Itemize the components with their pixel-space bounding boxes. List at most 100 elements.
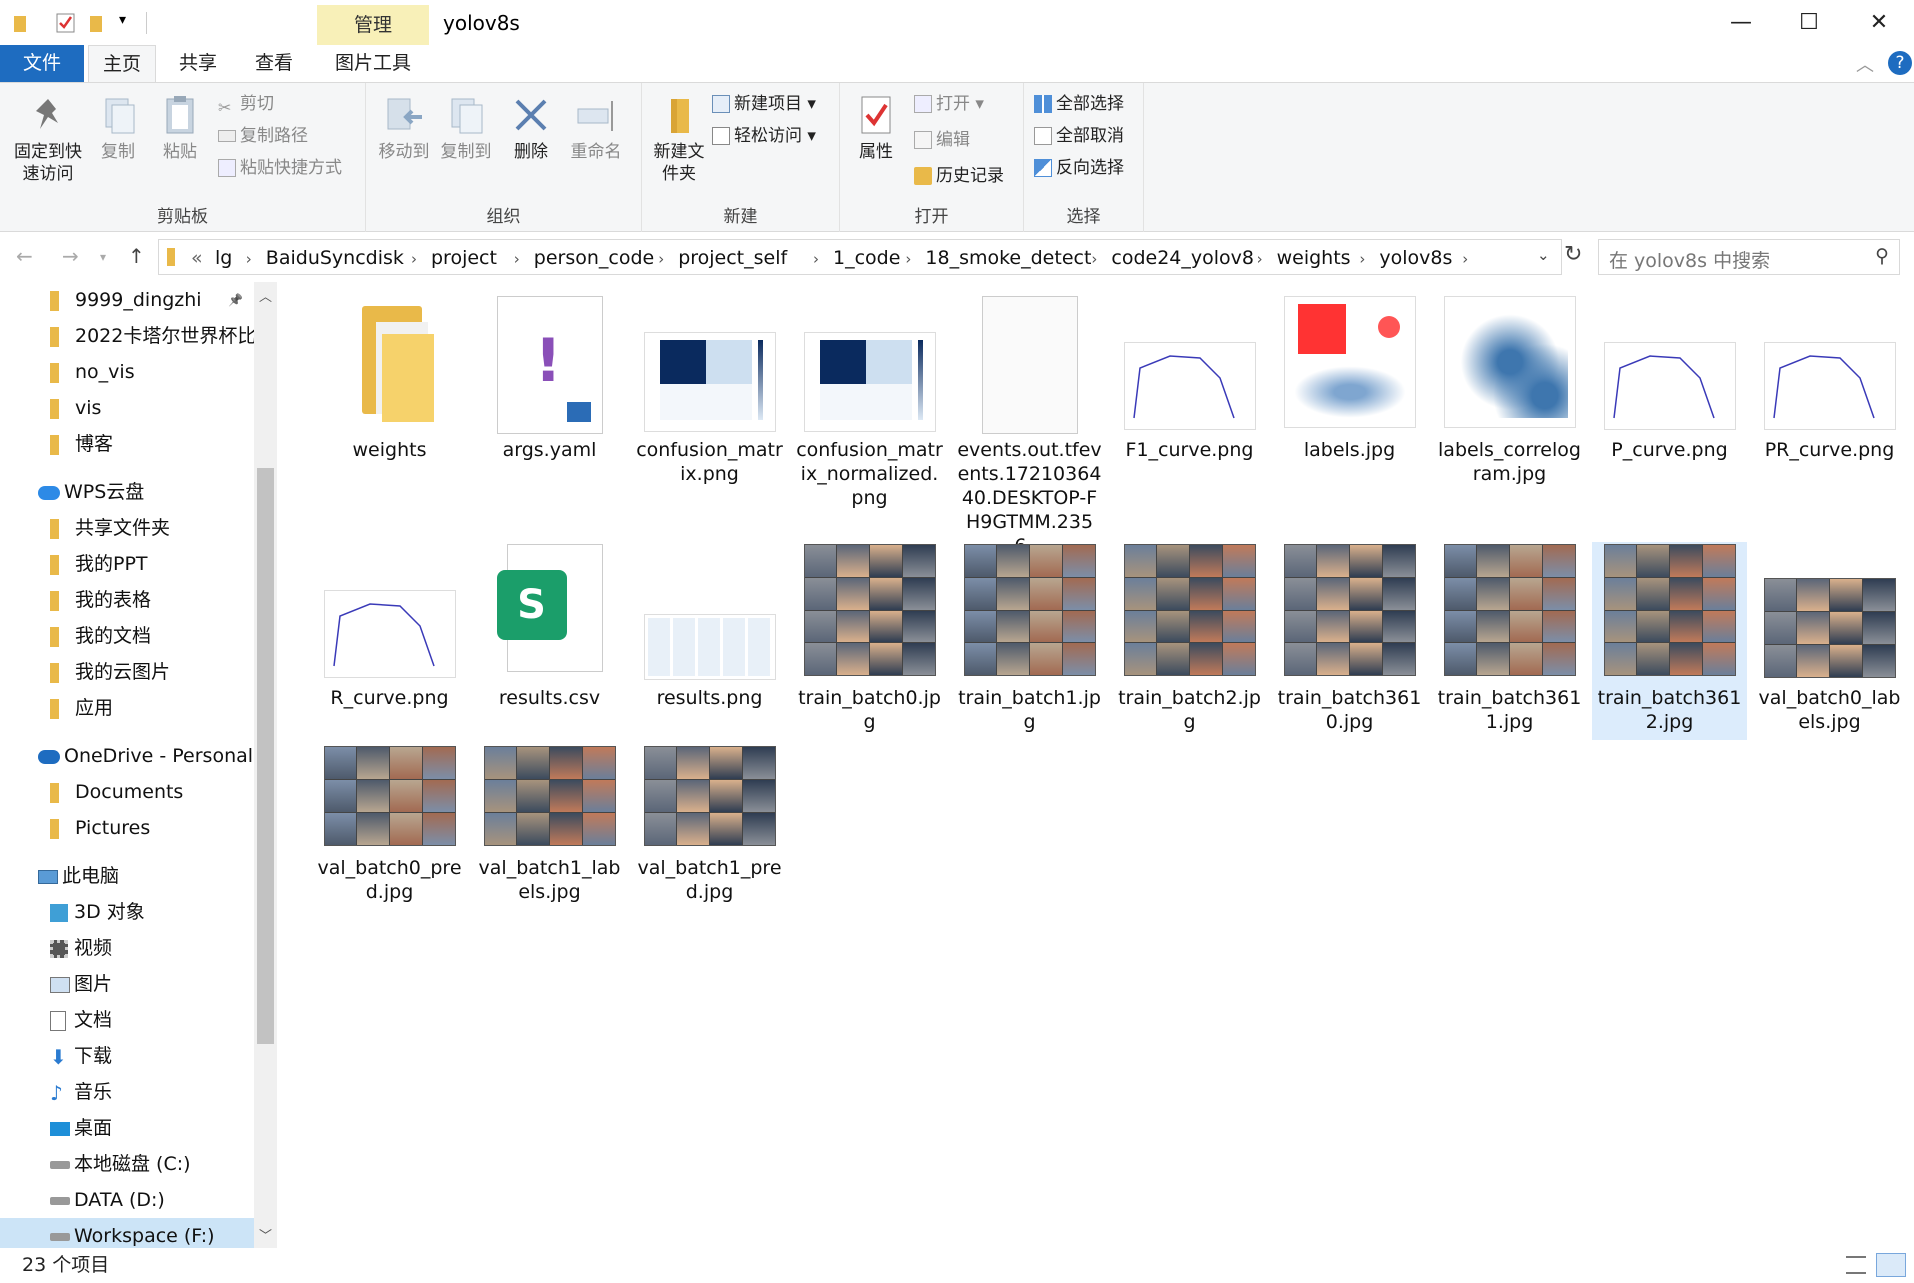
breadcrumb-item[interactable]: code24_yolov8 (1111, 247, 1254, 269)
breadcrumb-chevron-icon[interactable]: › (1257, 250, 1263, 268)
nav-item[interactable]: 博客 (0, 426, 254, 462)
breadcrumb-chevron-icon[interactable]: › (905, 250, 911, 268)
nav-scrollbar-thumb[interactable] (257, 468, 274, 1044)
breadcrumb-chevron-icon[interactable]: › (411, 250, 417, 268)
breadcrumb-chevron-icon[interactable]: › (514, 250, 520, 268)
scroll-up-icon[interactable]: ︿ (259, 286, 272, 305)
history-button[interactable]: 历史记录 (914, 163, 1004, 189)
breadcrumb-chevron-icon[interactable]: › (1091, 250, 1097, 268)
tab-picture-tools[interactable]: 图片工具 (318, 45, 428, 82)
breadcrumb-item[interactable]: BaiduSyncdisk (266, 247, 404, 269)
open-button[interactable]: 打开 ▾ (914, 91, 984, 117)
breadcrumb-overflow[interactable]: « (191, 247, 203, 269)
nav-item[interactable]: WPS云盘 (0, 474, 254, 510)
file-item[interactable]: results.png (632, 542, 787, 740)
back-arrow-icon[interactable]: ← (16, 244, 33, 268)
nav-item[interactable]: 2022卡塔尔世界杯比赛 (0, 318, 275, 354)
breadcrumb-item[interactable]: project (431, 247, 497, 269)
easy-access-button[interactable]: 轻松访问 ▾ (712, 123, 816, 149)
file-item[interactable]: val_batch1_labels.jpg (472, 744, 627, 940)
file-item[interactable]: weights (312, 294, 467, 532)
address-bar[interactable]: « lg › BaiduSyncdisk › project › person_code › p… (158, 239, 1562, 275)
breadcrumb-item[interactable]: 18_smoke_detect (925, 247, 1091, 269)
details-view-icon[interactable] (1846, 1256, 1866, 1274)
file-item[interactable]: train_batch3611.jpg (1432, 542, 1587, 740)
nav-item[interactable]: ♪ 音乐 (0, 1074, 254, 1110)
large-icons-view-icon[interactable] (1876, 1253, 1906, 1277)
close-button[interactable]: ✕ (1844, 0, 1914, 45)
nav-item[interactable]: 共享文件夹 (0, 510, 254, 546)
nav-item[interactable]: 图片 (0, 966, 254, 1002)
cut-button[interactable]: ✂ 剪切 (218, 91, 274, 117)
up-arrow-icon[interactable]: ↑ (128, 244, 145, 268)
rename-button[interactable]: 重命名 (564, 93, 628, 163)
breadcrumb-chevron-icon[interactable]: › (1462, 250, 1468, 268)
move-to-button[interactable]: 移动到 (374, 93, 434, 163)
tab-file[interactable]: 文件 (0, 45, 84, 82)
paste-button[interactable]: 粘贴 (152, 93, 208, 163)
file-item[interactable]: labels.jpg (1272, 294, 1427, 532)
forward-arrow-icon[interactable]: → (62, 244, 79, 268)
file-item[interactable]: confusion_matrix.png (632, 294, 787, 532)
copy-path-button[interactable]: 复制路径 (218, 123, 308, 149)
new-folder-quick-icon[interactable] (88, 12, 108, 34)
new-folder-button[interactable]: 新建文件夹 (646, 93, 712, 185)
nav-item[interactable]: DATA (D:) (0, 1182, 254, 1218)
nav-item[interactable]: vis (0, 390, 254, 426)
file-item[interactable]: P_curve.png (1592, 294, 1747, 532)
file-item[interactable]: train_batch1.jpg (952, 542, 1107, 740)
nav-item[interactable]: 我的文档 (0, 618, 254, 654)
breadcrumb-item[interactable]: project_self (678, 247, 787, 269)
nav-item[interactable]: 我的云图片 (0, 654, 254, 690)
tab-view[interactable]: 查看 (240, 45, 308, 82)
address-dropdown-icon[interactable]: ⌄ (1537, 246, 1550, 264)
nav-item[interactable]: 此电脑 (0, 858, 254, 894)
nav-item[interactable]: 我的PPT (0, 546, 254, 582)
nav-item[interactable]: 桌面 (0, 1110, 254, 1146)
breadcrumb-item[interactable]: person_code (534, 247, 654, 269)
search-input[interactable]: 在 yolov8s 中搜索 ⚲ (1598, 239, 1900, 275)
file-item[interactable]: confusion_matrix_normalized.png (792, 294, 947, 532)
nav-item[interactable]: ⬇ 下载 (0, 1038, 254, 1074)
breadcrumb-chevron-icon[interactable]: › (658, 250, 664, 268)
nav-item[interactable]: 视频 (0, 930, 254, 966)
customize-quick-access-icon[interactable]: ▾ (119, 12, 126, 34)
refresh-icon[interactable]: ↻ (1564, 242, 1582, 267)
minimize-button[interactable]: — (1706, 0, 1776, 45)
nav-item[interactable]: 应用 (0, 690, 254, 726)
manage-tab[interactable]: 管理 (317, 5, 429, 45)
copy-to-button[interactable]: 复制到 (436, 93, 496, 163)
file-item[interactable]: PR_curve.png (1752, 294, 1907, 532)
tab-home[interactable]: 主页 (88, 45, 156, 82)
help-icon[interactable]: ? (1888, 51, 1912, 75)
invert-selection-button[interactable]: 反向选择 (1034, 155, 1124, 181)
file-item[interactable]: val_batch0_pred.jpg (312, 744, 467, 940)
scroll-down-icon[interactable]: ﹀ (259, 1225, 272, 1244)
select-none-button[interactable]: 全部取消 (1034, 123, 1124, 149)
nav-item[interactable]: 本地磁盘 (C:) (0, 1146, 254, 1182)
breadcrumb-item[interactable]: 1_code (833, 247, 900, 269)
pin-quick-access-button[interactable]: 固定到快速访问 (8, 93, 88, 185)
file-item[interactable]: val_batch1_pred.jpg (632, 744, 787, 940)
breadcrumb-chevron-icon[interactable]: › (813, 250, 819, 268)
nav-item[interactable]: no_vis (0, 354, 254, 390)
nav-item[interactable]: 3D 对象 (0, 894, 254, 930)
properties-button[interactable]: 属性 (848, 93, 904, 163)
properties-quick-icon[interactable] (56, 12, 76, 34)
breadcrumb-chevron-icon[interactable]: › (1359, 250, 1365, 268)
file-item[interactable]: labels_correlogram.jpg (1432, 294, 1587, 532)
file-item[interactable]: ! args.yaml (472, 294, 627, 532)
file-item[interactable]: F1_curve.png (1112, 294, 1267, 532)
file-item[interactable]: train_batch2.jpg (1112, 542, 1267, 740)
file-item[interactable]: train_batch0.jpg (792, 542, 947, 740)
file-item[interactable]: Sresults.csv (472, 542, 627, 740)
select-all-button[interactable]: 全部选择 (1034, 91, 1124, 117)
nav-item[interactable]: 文档 (0, 1002, 254, 1038)
nav-scrollbar[interactable]: ︿ ﹀ (254, 282, 277, 1248)
nav-item[interactable]: 我的表格 (0, 582, 254, 618)
pin-icon[interactable]: 📌 (228, 282, 243, 318)
copy-button[interactable]: 复制 (92, 93, 144, 163)
paste-shortcut-button[interactable]: 粘贴快捷方式 (218, 155, 342, 181)
file-item[interactable]: train_batch3612.jpg (1592, 542, 1747, 740)
breadcrumb-item[interactable]: lg (215, 247, 232, 269)
